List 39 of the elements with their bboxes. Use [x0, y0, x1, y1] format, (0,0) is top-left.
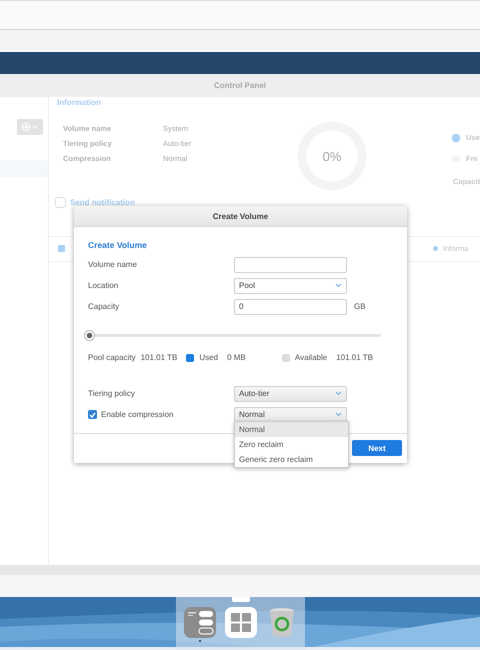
legend-value: 101.01 TB	[336, 353, 373, 362]
text-field[interactable]	[234, 256, 347, 272]
pool-total: 101.01 TB	[140, 353, 178, 362]
next-button[interactable]: Next	[352, 440, 402, 456]
settings-icon	[21, 122, 39, 132]
dialog-heading: Create Volume	[88, 240, 148, 250]
field-label: Location	[88, 281, 120, 290]
dialog-title: Create Volume	[74, 206, 407, 227]
app-grid-icon[interactable]	[225, 607, 257, 638]
section-heading: Information	[57, 98, 102, 107]
text-field[interactable]: 0	[234, 298, 347, 314]
checkbox[interactable]	[88, 410, 97, 419]
recycle-bin-icon[interactable]	[269, 607, 295, 638]
dropdown-option[interactable]: Generic zero reclaim	[235, 452, 348, 467]
dropdown-option[interactable]: Normal	[235, 422, 348, 437]
checkbox-label: Enable compression	[101, 410, 174, 419]
dropdown-option[interactable]: Zero reclaim	[235, 437, 348, 452]
window-title: Control Panel	[214, 81, 266, 90]
location-select[interactable]: Pool	[234, 278, 347, 294]
toggle-switches-icon[interactable]	[184, 607, 216, 638]
field-label: Volume name	[88, 260, 138, 269]
slider-thumb[interactable]	[84, 330, 95, 341]
legend-value: 0 MB	[227, 353, 246, 362]
settings-button[interactable]	[17, 119, 43, 135]
status-dot	[433, 246, 438, 251]
row-icon	[58, 245, 65, 252]
dropdown-select[interactable]: Normal	[234, 406, 347, 422]
chevron-icon	[335, 391, 342, 396]
chevron-icon	[335, 412, 342, 417]
legend-label: Available	[294, 353, 328, 362]
unit-label: GB	[354, 302, 366, 311]
legend-label: Used	[199, 353, 218, 362]
field-label: Capacity	[88, 302, 120, 311]
usage-percent: 0%	[322, 149, 342, 164]
dropdown-select[interactable]: Auto-tier	[234, 386, 347, 402]
capacity-slider[interactable]	[84, 330, 381, 341]
pool-label: Pool capacity	[88, 353, 136, 362]
chevron-icon	[335, 283, 342, 288]
field-label: Tiering policy	[88, 389, 136, 398]
